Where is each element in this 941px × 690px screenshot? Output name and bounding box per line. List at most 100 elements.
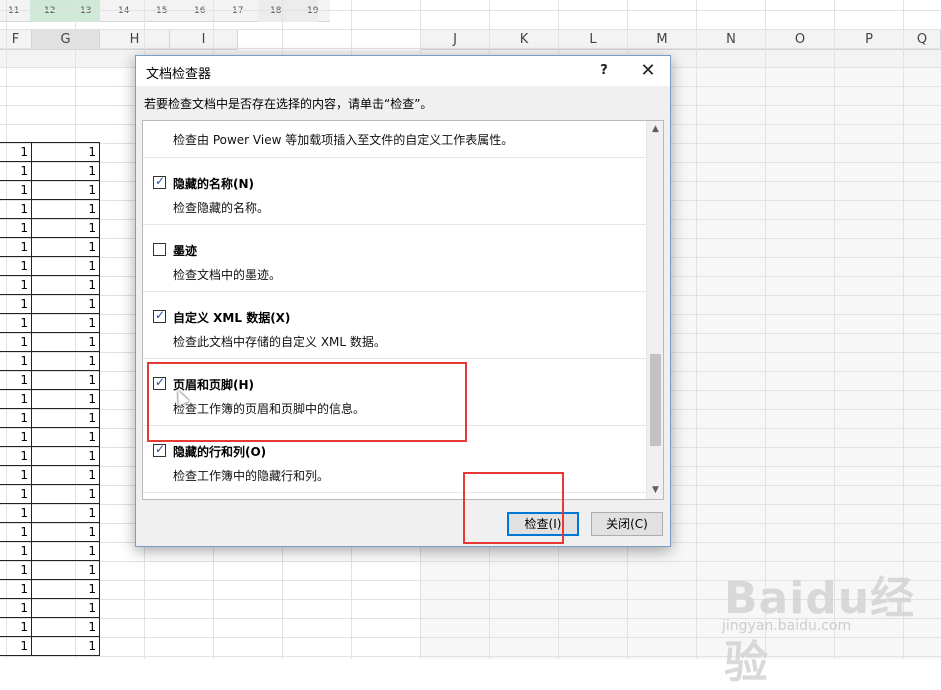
table-cell[interactable]: 1 [0, 371, 32, 390]
table-cell[interactable]: 1 [0, 542, 32, 561]
page-ruler: 11 12 13 14 15 16 17 18 19 [0, 0, 330, 22]
table-cell[interactable]: 1 [32, 200, 100, 219]
table-cell[interactable]: 1 [32, 409, 100, 428]
column-header-i[interactable]: I [170, 30, 238, 50]
table-cell[interactable]: 1 [32, 352, 100, 371]
table-cell[interactable]: 1 [32, 523, 100, 542]
table-cell[interactable]: 1 [0, 143, 32, 162]
column-header-m[interactable]: M [628, 30, 697, 50]
table-cell[interactable]: 1 [32, 295, 100, 314]
table-cell[interactable]: 1 [32, 580, 100, 599]
table-cell[interactable]: 1 [0, 181, 32, 200]
table-cell[interactable]: 1 [0, 561, 32, 580]
table-cell[interactable]: 1 [32, 276, 100, 295]
table-cell[interactable]: 1 [0, 276, 32, 295]
grid-border [0, 142, 100, 143]
item-description: 检查工作簿的页眉和页脚中的信息。 [173, 402, 366, 416]
baidu-watermark: Baidu经验 jingyan.baidu.com [722, 560, 932, 688]
table-cell[interactable]: 1 [0, 200, 32, 219]
table-cell[interactable]: 1 [0, 485, 32, 504]
ruler-tick: 15 [156, 6, 168, 16]
table-cell[interactable]: 1 [32, 219, 100, 238]
table-cell[interactable]: 1 [32, 599, 100, 618]
column-header-j[interactable]: J [421, 30, 490, 50]
table-cell[interactable]: 1 [32, 257, 100, 276]
table-cell[interactable]: 1 [0, 390, 32, 409]
column-header-h[interactable]: H [100, 30, 170, 50]
item-description: 检查由 Power View 等加载项插入至文件的自定义工作表属性。 [173, 133, 514, 147]
table-cell[interactable]: 1 [0, 618, 32, 637]
item-description: 检查工作簿中的隐藏行和列。 [173, 469, 330, 483]
table-cell[interactable]: 1 [32, 618, 100, 637]
list-item: 隐藏的名称(N) 检查隐藏的名称。 [143, 158, 646, 225]
column-header-f[interactable]: F [0, 30, 32, 50]
table-cell[interactable]: 1 [0, 409, 32, 428]
table-cell[interactable]: 1 [32, 637, 100, 656]
table-cell[interactable]: 1 [0, 333, 32, 352]
table-cell[interactable]: 1 [32, 333, 100, 352]
table-cell[interactable]: 1 [32, 485, 100, 504]
column-header-k[interactable]: K [490, 30, 559, 50]
table-cell[interactable]: 1 [0, 162, 32, 181]
table-cell[interactable]: 1 [32, 542, 100, 561]
checkbox-hidden-names[interactable] [153, 174, 166, 189]
column-header-n[interactable]: N [697, 30, 766, 50]
table-cell[interactable]: 1 [0, 428, 32, 447]
table-cell[interactable]: 1 [0, 352, 32, 371]
checkbox-custom-xml[interactable] [153, 308, 166, 323]
help-button[interactable]: ? [586, 56, 622, 86]
table-cell[interactable]: 1 [0, 504, 32, 523]
close-icon[interactable]: ✕ [630, 56, 666, 86]
table-cell[interactable]: 1 [0, 466, 32, 485]
item-description: 检查隐藏的名称。 [173, 201, 270, 215]
table-cell[interactable]: 1 [32, 181, 100, 200]
column-header-q[interactable]: Q [904, 30, 941, 50]
table-cell[interactable]: 1 [32, 390, 100, 409]
table-cell[interactable]: 1 [32, 143, 100, 162]
list-item: 隐藏的行和列(O) 检查工作簿中的隐藏行和列。 [143, 426, 646, 493]
table-cell[interactable]: 1 [0, 257, 32, 276]
list-item: 页眉和页脚(H) 检查工作簿的页眉和页脚中的信息。 [143, 359, 646, 426]
watermark-url: jingyan.baidu.com [722, 618, 852, 634]
checkbox-hidden-rows-columns[interactable] [153, 442, 166, 457]
item-name: 隐藏的行和列(O) [173, 445, 267, 459]
table-cell[interactable]: 1 [0, 637, 32, 656]
ruler-tick: 16 [194, 6, 206, 16]
ruler-tick: 19 [307, 6, 319, 16]
table-cell[interactable]: 1 [0, 447, 32, 466]
close-button[interactable]: 关闭(C) [591, 512, 663, 536]
inspect-button[interactable]: 检查(I) [507, 512, 579, 536]
scroll-thumb[interactable] [650, 354, 661, 446]
checkbox-header-footer[interactable] [153, 375, 166, 390]
table-cell[interactable]: 1 [0, 523, 32, 542]
table-cell[interactable]: 1 [32, 314, 100, 333]
table-cell[interactable]: 1 [32, 238, 100, 257]
inspect-options-list[interactable]: 检查由 Power View 等加载项插入至文件的自定义工作表属性。 隐藏的名称… [142, 120, 664, 500]
column-header-o[interactable]: O [766, 30, 835, 50]
table-cell[interactable]: 1 [32, 561, 100, 580]
table-cell[interactable]: 1 [32, 447, 100, 466]
table-cell[interactable]: 1 [0, 599, 32, 618]
column-header-l[interactable]: L [559, 30, 628, 50]
item-description: 检查文档中的墨迹。 [173, 268, 282, 282]
table-cell[interactable]: 1 [32, 371, 100, 390]
item-name: 隐藏的名称(N) [173, 177, 255, 191]
table-cell[interactable]: 1 [32, 428, 100, 447]
scroll-down-icon[interactable]: ▼ [647, 482, 663, 499]
table-cell[interactable]: 1 [0, 295, 32, 314]
table-cell[interactable]: 1 [32, 162, 100, 181]
column-header-p[interactable]: P [835, 30, 904, 50]
table-cell[interactable]: 1 [32, 504, 100, 523]
table-cell[interactable]: 1 [32, 466, 100, 485]
scroll-up-icon[interactable]: ▲ [647, 121, 663, 138]
list-item: 自定义 XML 数据(X) 检查此文档中存储的自定义 XML 数据。 [143, 292, 646, 359]
list-scrollbar[interactable]: ▲ ▼ [646, 121, 663, 499]
column-header-g[interactable]: G [32, 30, 100, 50]
table-cell[interactable]: 1 [0, 219, 32, 238]
ruler-tick: 12 [44, 6, 56, 16]
table-cell[interactable]: 1 [0, 238, 32, 257]
dialog-title: 文档检查器 [146, 67, 212, 82]
table-cell[interactable]: 1 [0, 314, 32, 333]
table-cell[interactable]: 1 [0, 580, 32, 599]
checkbox-ink[interactable] [153, 243, 166, 256]
